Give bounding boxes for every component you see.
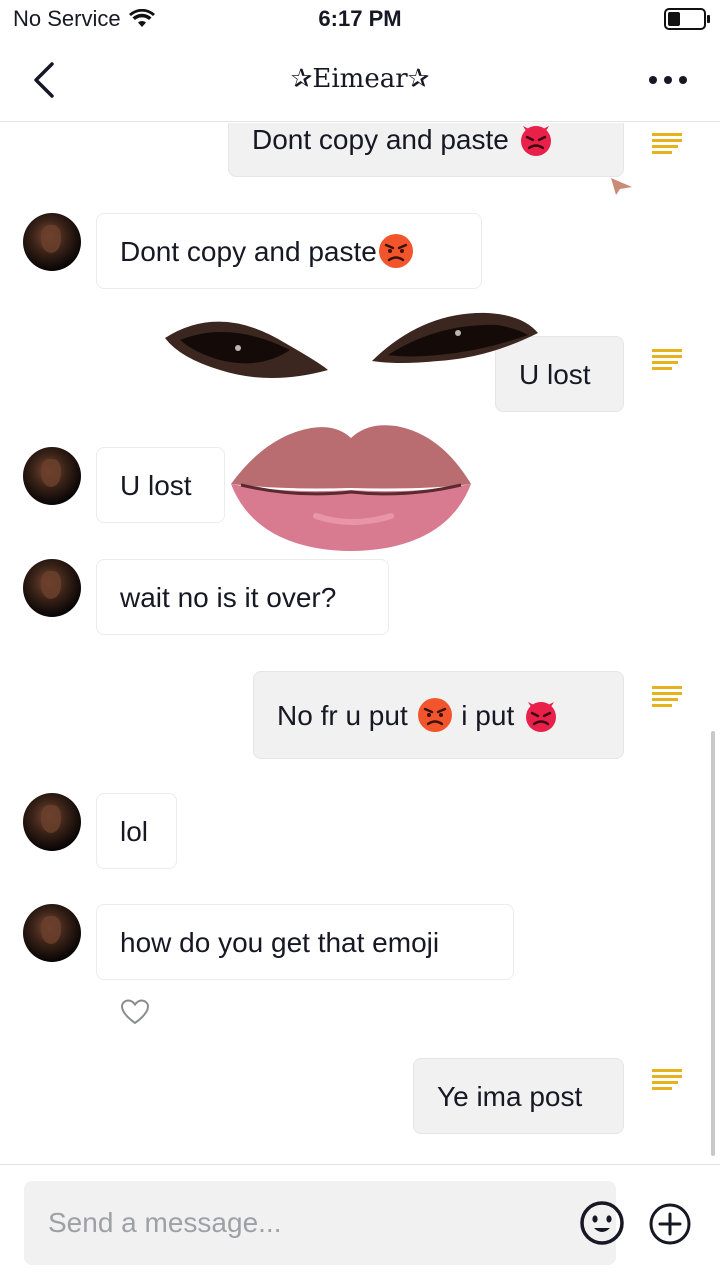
contact-avatar[interactable] <box>23 447 81 505</box>
angry-emoji-icon <box>378 233 413 268</box>
message-text: No fr u put <box>277 700 408 731</box>
dot <box>679 76 687 84</box>
message-text: Dont copy and paste <box>252 124 509 155</box>
dot <box>664 76 672 84</box>
message-text: U lost <box>120 470 192 501</box>
sender-avatar-sticker[interactable] <box>646 676 688 716</box>
more-options-icon[interactable] <box>648 68 688 92</box>
scrollbar[interactable] <box>711 731 715 1156</box>
clock: 6:17 PM <box>318 6 402 31</box>
pointer-sticker <box>611 178 632 195</box>
incoming-message[interactable]: Dont copy and paste <box>96 213 482 289</box>
outgoing-message[interactable]: Ye ima post <box>413 1058 624 1134</box>
message-composer <box>0 1164 720 1280</box>
outgoing-message[interactable]: Dont copy and paste <box>228 123 624 177</box>
message-text: Ye ima post <box>437 1081 583 1112</box>
contact-avatar[interactable] <box>23 904 81 962</box>
sender-avatar-sticker[interactable] <box>646 339 688 379</box>
chat-header: ✰Eimear✰ <box>0 40 720 122</box>
message-text: wait no is it over? <box>120 582 337 613</box>
sender-avatar-sticker[interactable] <box>646 123 688 163</box>
message-input[interactable] <box>48 1181 548 1265</box>
emoji-face-icon[interactable] <box>579 1200 625 1246</box>
chat-title[interactable]: ✰Eimear✰ <box>0 64 720 94</box>
contact-avatar[interactable] <box>23 793 81 851</box>
battery-icon <box>664 8 710 30</box>
message-thread[interactable]: Dont copy and paste Dont copy and paste … <box>0 123 720 1163</box>
incoming-message[interactable]: lol <box>96 793 177 869</box>
status-bar: No Service 6:17 PM <box>0 0 720 40</box>
heart-outline-icon[interactable] <box>120 998 150 1026</box>
message-input-container[interactable] <box>24 1181 624 1265</box>
lips-sticker <box>231 425 471 551</box>
message-text-2: i put <box>461 700 515 731</box>
angry-emoji-icon <box>417 697 452 732</box>
message-text: how do you get that emoji <box>120 927 440 958</box>
outgoing-message[interactable]: No fr u put i put <box>253 671 624 759</box>
dot <box>649 76 657 84</box>
incoming-message[interactable]: wait no is it over? <box>96 559 389 635</box>
message-text: Dont copy and paste <box>120 236 377 267</box>
sender-avatar-sticker[interactable] <box>646 1059 688 1099</box>
message-text: U lost <box>519 359 591 390</box>
incoming-message[interactable]: U lost <box>96 447 225 523</box>
battery-level <box>668 12 680 26</box>
devil-emoji-icon <box>520 125 551 156</box>
left-eye-sticker <box>165 321 328 378</box>
devil-emoji-icon <box>526 701 557 732</box>
incoming-message[interactable]: how do you get that emoji <box>96 904 514 980</box>
contact-avatar[interactable] <box>23 213 81 271</box>
plus-circle-icon[interactable] <box>648 1202 692 1246</box>
outgoing-message[interactable]: U lost <box>495 336 624 412</box>
message-text: lol <box>120 816 149 847</box>
contact-avatar[interactable] <box>23 559 81 617</box>
